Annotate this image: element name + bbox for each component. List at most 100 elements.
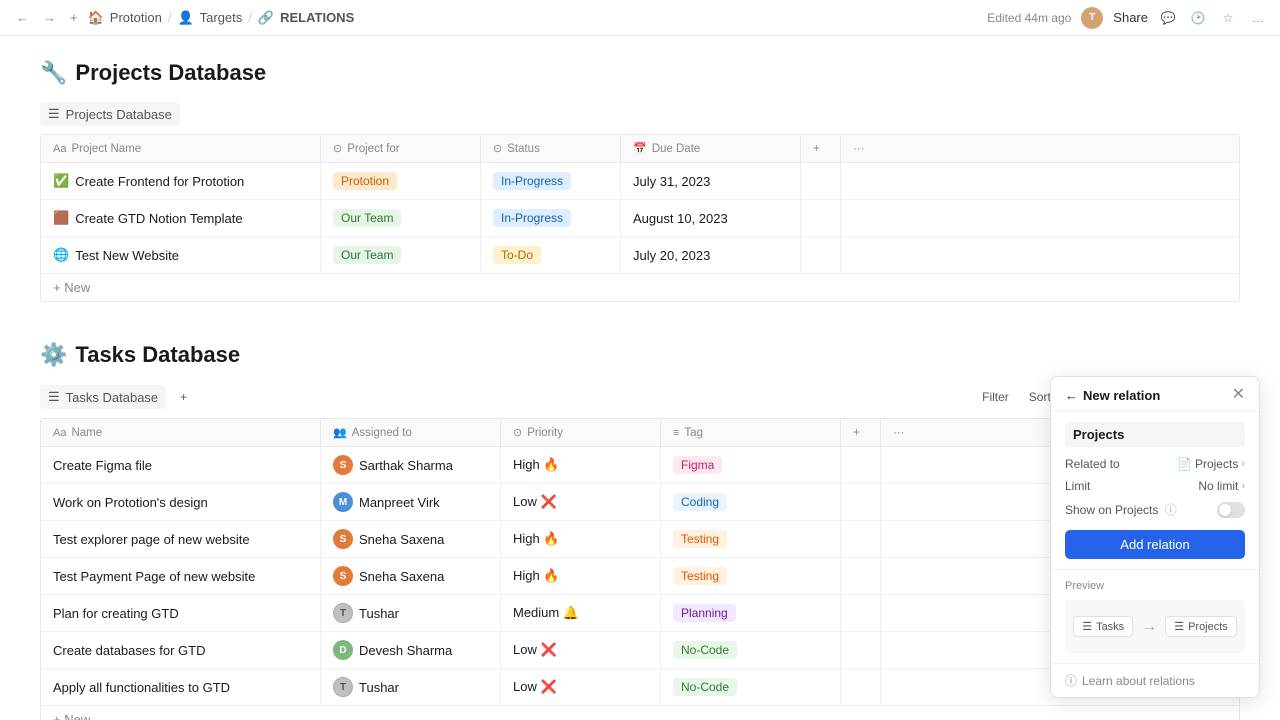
relation-panel-title: ← New relation xyxy=(1065,388,1160,403)
history-icon[interactable]: 🕑 xyxy=(1188,8,1208,28)
tasks-title-text: Tasks Database xyxy=(75,342,240,368)
project-row-icon: 🌐 xyxy=(53,247,69,263)
project-name-cell[interactable]: 🌐Test New Website xyxy=(41,237,321,273)
tag-badge: No-Code xyxy=(673,641,737,659)
projects-database-section: 🔧 Projects Database ☰ Projects Database … xyxy=(40,60,1240,302)
task-name-cell[interactable]: Plan for creating GTD xyxy=(41,595,321,631)
learn-about-relations[interactable]: ⓘ Learn about relations xyxy=(1051,663,1259,697)
projects-col-add[interactable]: + xyxy=(801,136,841,162)
task-assigned-cell[interactable]: SSarthak Sharma xyxy=(321,447,501,483)
task-empty2 xyxy=(881,521,921,557)
project-row-icon: 🟫 xyxy=(53,210,69,226)
add-nav[interactable]: + xyxy=(66,8,82,27)
projects-col-more[interactable]: ··· xyxy=(841,136,881,162)
back-nav[interactable]: ← xyxy=(12,8,33,27)
task-tag-cell[interactable]: Testing xyxy=(661,558,841,594)
more-icon[interactable]: … xyxy=(1248,8,1268,28)
project-empty1 xyxy=(801,200,841,236)
tasks-add-view[interactable]: + xyxy=(174,387,193,407)
tag-badge: No-Code xyxy=(673,678,737,696)
task-name-cell[interactable]: Test explorer page of new website xyxy=(41,521,321,557)
add-relation-button[interactable]: Add relation xyxy=(1065,530,1245,559)
project-name-cell[interactable]: ✅Create Frontend for Prototion xyxy=(41,163,321,199)
task-tag-cell[interactable]: Figma xyxy=(661,447,841,483)
task-priority-cell[interactable]: High 🔥 xyxy=(501,447,661,483)
comment-icon[interactable]: 💬 xyxy=(1158,8,1178,28)
relation-field-name[interactable]: Projects xyxy=(1065,422,1245,447)
star-icon[interactable]: ☆ xyxy=(1218,8,1238,28)
task-name-cell[interactable]: Create Figma file xyxy=(41,447,321,483)
task-assigned-cell[interactable]: DDevesh Sharma xyxy=(321,632,501,668)
task-assigned-cell[interactable]: TTushar xyxy=(321,669,501,705)
related-to-value[interactable]: 📄 Projects › xyxy=(1177,457,1245,471)
toggle-knob xyxy=(1219,504,1231,516)
tasks-col-add[interactable]: + xyxy=(841,420,881,446)
task-assigned-cell[interactable]: TTushar xyxy=(321,595,501,631)
task-tag-cell[interactable]: No-Code xyxy=(661,632,841,668)
task-name-cell[interactable]: Test Payment Page of new website xyxy=(41,558,321,594)
task-assigned-cell[interactable]: MManpreet Virk xyxy=(321,484,501,520)
user-avatar: T xyxy=(1081,7,1103,29)
project-for-cell[interactable]: Our Team xyxy=(321,237,481,273)
avatar: S xyxy=(333,455,353,475)
task-tag-cell[interactable]: No-Code xyxy=(661,669,841,705)
project-date-cell: July 20, 2023 xyxy=(621,237,801,273)
share-button[interactable]: Share xyxy=(1113,10,1148,25)
preview-arrow-icon: → xyxy=(1141,618,1157,636)
close-panel-button[interactable]: ✕ xyxy=(1232,387,1245,403)
task-name-cell[interactable]: Create databases for GTD xyxy=(41,632,321,668)
project-for-cell[interactable]: Prototion xyxy=(321,163,481,199)
task-tag-cell[interactable]: Testing xyxy=(661,521,841,557)
back-arrow-icon[interactable]: ← xyxy=(1065,388,1078,403)
task-priority-cell[interactable]: Low ❌ xyxy=(501,669,661,705)
project-status-cell[interactable]: In-Progress xyxy=(481,200,621,236)
task-name-cell[interactable]: Apply all functionalities to GTD xyxy=(41,669,321,705)
task-assigned-cell[interactable]: S Sneha Saxena xyxy=(321,521,501,557)
show-on-toggle[interactable] xyxy=(1217,502,1245,518)
filter-button[interactable]: Filter xyxy=(976,387,1015,407)
project-name-cell[interactable]: 🟫Create GTD Notion Template xyxy=(41,200,321,236)
tasks-col-name: AaName xyxy=(41,420,321,446)
limit-value[interactable]: No limit › xyxy=(1198,479,1245,493)
project-status-cell[interactable]: To-Do xyxy=(481,237,621,273)
col-assigned-icon: 👥 xyxy=(333,426,347,439)
avatar: S xyxy=(333,566,353,586)
show-on-row: Show on Projects ⓘ xyxy=(1065,501,1245,518)
avatar: T xyxy=(333,603,353,623)
project-for-cell[interactable]: Our Team xyxy=(321,200,481,236)
tasks-col-priority: ⊙ Priority xyxy=(501,419,661,446)
project-for-badge: Our Team xyxy=(333,209,401,227)
projects-add-new[interactable]: + New xyxy=(41,274,1239,301)
tag-badge: Testing xyxy=(673,530,727,548)
breadcrumb-home[interactable]: Prototion xyxy=(110,10,162,25)
forward-nav[interactable]: → xyxy=(39,8,60,27)
tasks-add-new[interactable]: + New xyxy=(41,706,1239,720)
task-assigned-cell[interactable]: SSneha Saxena xyxy=(321,558,501,594)
assigned-name: Manpreet Virk xyxy=(359,495,440,510)
task-priority-cell[interactable]: High 🔥 xyxy=(501,558,661,594)
breadcrumb-targets[interactable]: Targets xyxy=(200,10,243,25)
assigned-name: Sneha Saxena xyxy=(359,532,444,547)
projects-col-due-date: 📅Due Date xyxy=(621,135,801,162)
task-priority-cell[interactable]: Low ❌ xyxy=(501,632,661,668)
col-date-label: Due Date xyxy=(652,143,701,155)
task-tag-cell[interactable]: Coding xyxy=(661,484,841,520)
task-name-cell[interactable]: Work on Prototion's design xyxy=(41,484,321,520)
related-to-text: Projects xyxy=(1195,457,1238,471)
main-content: 🔧 Projects Database ☰ Projects Database … xyxy=(0,36,1280,720)
avatar: S xyxy=(333,529,353,549)
col-status-label: Status xyxy=(507,143,540,155)
task-tag-cell[interactable]: Planning xyxy=(661,595,841,631)
tasks-db-tab[interactable]: ☰ Tasks Database xyxy=(40,385,166,409)
project-status-cell[interactable]: In-Progress xyxy=(481,163,621,199)
project-empty2 xyxy=(841,163,881,199)
tasks-col-more[interactable]: ··· xyxy=(881,420,921,446)
task-priority-cell[interactable]: Low ❌ xyxy=(501,484,661,520)
col-tag-icon: ≡ xyxy=(673,427,679,439)
col-aa-icon2: Aa xyxy=(53,427,66,439)
col-priority-icon: ⊙ xyxy=(513,426,522,439)
projects-db-tab[interactable]: ☰ Projects Database xyxy=(40,102,180,126)
task-priority-cell[interactable]: High 🔥 xyxy=(501,521,661,557)
task-priority-cell[interactable]: Medium 🔔 xyxy=(501,595,661,631)
tasks-col-priority-label: Priority xyxy=(527,427,563,439)
